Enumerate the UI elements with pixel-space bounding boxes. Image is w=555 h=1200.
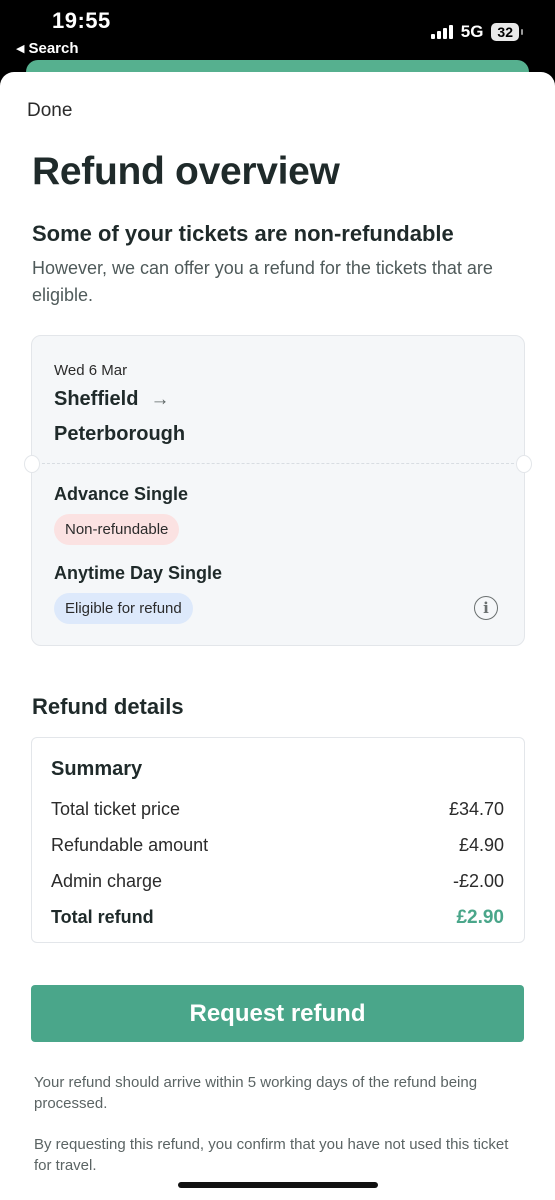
home-indicator[interactable] bbox=[178, 1182, 378, 1188]
non-refundable-badge: Non-refundable bbox=[54, 514, 180, 545]
refund-details-heading: Refund details bbox=[32, 694, 184, 719]
row-value: £4.90 bbox=[458, 835, 504, 855]
total-refund-row: Total refund £2.90 bbox=[51, 907, 504, 929]
ticket-name-advance: Advance Single bbox=[54, 484, 189, 504]
summary-row: Admin charge -£2.00 bbox=[51, 871, 504, 892]
network-type: 5G bbox=[460, 22, 484, 41]
status-time: 19:55 bbox=[52, 8, 111, 33]
journey-origin-row: Sheffield → bbox=[54, 388, 169, 411]
ticket-notch-left bbox=[24, 455, 40, 473]
total-value: £2.90 bbox=[456, 907, 504, 928]
ticket-notch-right bbox=[516, 455, 532, 473]
journey-date: Wed 6 Mar bbox=[54, 362, 128, 379]
summary-row: Total ticket price £34.70 bbox=[51, 799, 504, 820]
travel-confirmation-note: By requesting this refund, you confirm t… bbox=[34, 1136, 509, 1174]
row-label: Admin charge bbox=[51, 871, 163, 891]
journey-card: Wed 6 Mar Sheffield → Peterborough Advan… bbox=[24, 335, 532, 646]
total-label: Total refund bbox=[51, 907, 154, 927]
page-title: Refund overview bbox=[32, 150, 340, 193]
signal-icon bbox=[430, 25, 453, 39]
ticket-name-anytime: Anytime Day Single bbox=[54, 563, 223, 583]
info-icon[interactable]: i bbox=[474, 596, 498, 620]
refund-sheet: Done Refund overview Some of your ticket… bbox=[0, 72, 555, 1200]
origin-station: Sheffield bbox=[54, 388, 139, 410]
summary-row: Refundable amount £4.90 bbox=[51, 835, 504, 856]
back-to-search-link[interactable]: ◀ Search bbox=[16, 40, 79, 57]
eligibility-description: However, we can offer you a refund for t… bbox=[32, 258, 493, 305]
eligible-badge: Eligible for refund bbox=[54, 593, 193, 624]
summary-title: Summary bbox=[51, 758, 143, 780]
arrow-right-icon: → bbox=[150, 388, 170, 410]
summary-card: Summary Total ticket price £34.70 Refund… bbox=[31, 737, 525, 943]
done-button[interactable]: Done bbox=[27, 100, 72, 122]
refund-timing-note: Your refund should arrive within 5 worki… bbox=[34, 1074, 478, 1112]
request-refund-button[interactable]: Request refund bbox=[31, 985, 524, 1042]
non-refundable-heading: Some of your tickets are non-refundable bbox=[32, 221, 454, 246]
battery-icon: 32 bbox=[491, 23, 523, 41]
status-indicators: 5G 32 bbox=[430, 22, 523, 42]
ticket-divider bbox=[32, 463, 524, 464]
row-label: Refundable amount bbox=[51, 835, 209, 855]
destination-station: Peterborough bbox=[54, 423, 186, 445]
row-value: £34.70 bbox=[448, 799, 504, 819]
row-label: Total ticket price bbox=[51, 799, 181, 819]
row-value: -£2.00 bbox=[452, 871, 504, 891]
back-triangle-icon: ◀ bbox=[16, 43, 25, 55]
back-label: Search bbox=[28, 40, 79, 57]
